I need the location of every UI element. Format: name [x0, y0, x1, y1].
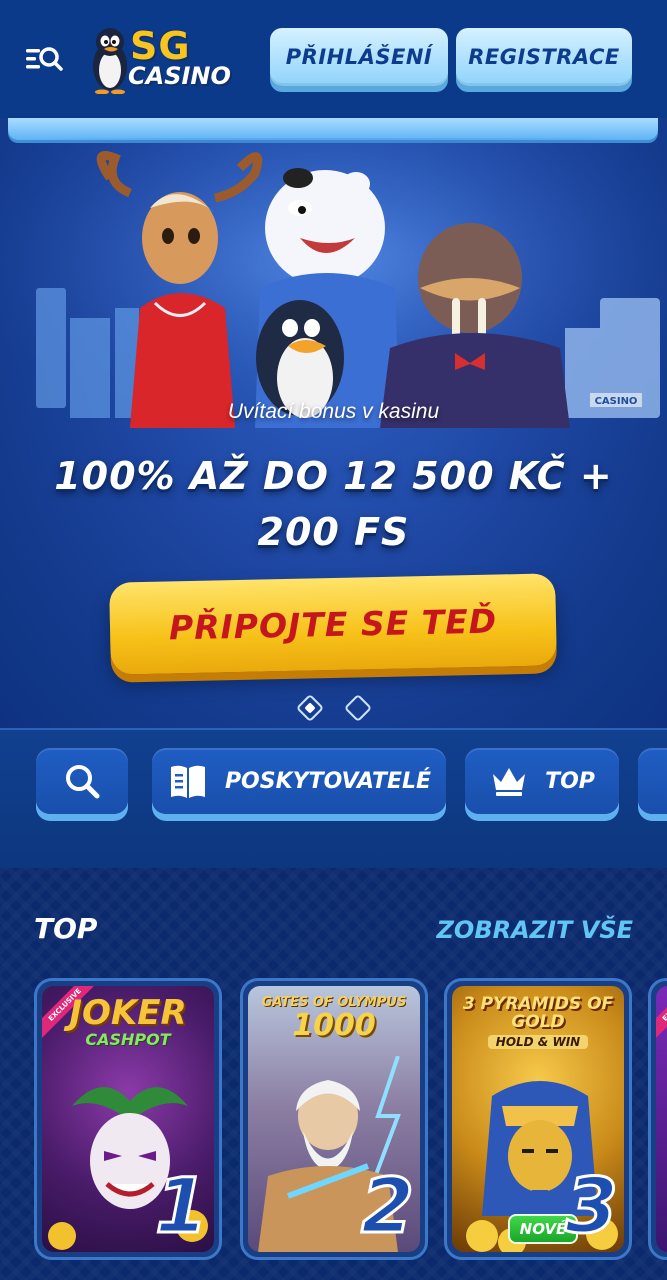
carousel-dot-2[interactable]	[343, 693, 372, 723]
game-card-gates-of-olympus[interactable]: GATES OF OLYMPUS 1000 2	[240, 978, 428, 1260]
register-button[interactable]: REGISTRACE	[456, 28, 632, 86]
book-icon	[170, 765, 205, 798]
rank-number: 3	[564, 1161, 620, 1250]
top-header: SG CASINO PŘIHLÁŠENÍ REGISTRACE	[0, 0, 667, 118]
hero-banner[interactable]: CASINO Uvítací bonus v kasinu 100% AŽ DO…	[0, 118, 667, 728]
crown-icon	[493, 768, 526, 796]
top-chip-label: TOP	[545, 768, 595, 794]
logo-casino-text: CASINO	[128, 62, 231, 90]
providers-chip-label: POSKYTOVATELÉ	[224, 768, 432, 794]
hero-subtitle: Uvítací bonus v kasinu	[227, 400, 440, 423]
rank-number: 1	[154, 1161, 210, 1250]
providers-chip-button[interactable]: POSKYTOVATELÉ	[152, 748, 446, 814]
view-all-link[interactable]: ZOBRAZIT VŠE	[437, 916, 633, 944]
exclusive-badge: EXCLUSIVE	[656, 986, 667, 1042]
next-category-chip[interactable]	[638, 748, 667, 814]
game-title: GATES OF OLYMPUS 1000	[261, 995, 407, 1043]
section-title: TOP	[34, 912, 98, 945]
hero-bonus-title: 100% AŽ DO 12 500 KČ + 200 FS	[54, 454, 613, 554]
join-now-button[interactable]: PŘIPOJTE SE TEĎ	[109, 573, 557, 675]
game-title: JOKER CASHPOT	[69, 993, 187, 1049]
category-nav-strip: POSKYTOVATELÉ TOP	[0, 728, 667, 868]
hero-top-rail	[8, 118, 658, 140]
search-chip-button[interactable]	[36, 748, 128, 814]
game-card-4-partial[interactable]: EXCLUSIVE	[648, 978, 667, 1260]
game-title: 3 PYRAMIDS OF GOLD HOLD & WIN	[462, 994, 614, 1050]
game-card-joker-cashpot[interactable]: EXCLUSIVE JOKER CASHPOT 1	[34, 978, 222, 1260]
top-chip-button[interactable]: TOP	[465, 748, 619, 814]
carousel-dots	[0, 693, 667, 723]
sg-casino-logo[interactable]: SG CASINO	[88, 22, 238, 96]
menu-search-button[interactable]	[22, 42, 66, 76]
login-button[interactable]: PŘIHLÁŠENÍ	[270, 28, 448, 86]
rank-number: 2	[360, 1161, 416, 1250]
hero-characters-illustration: CASINO	[0, 138, 667, 438]
top-games-section: TOP ZOBRAZIT VŠE EXCLUSIVE JOKER CASHPOT…	[0, 868, 667, 1280]
game-card-3-pyramids-of-gold[interactable]: 3 PYRAMIDS OF GOLD HOLD & WIN NOVÉ 3	[444, 978, 632, 1260]
menu-search-icon	[26, 47, 63, 71]
search-icon	[66, 765, 100, 799]
carousel-dot-1[interactable]	[295, 693, 324, 723]
